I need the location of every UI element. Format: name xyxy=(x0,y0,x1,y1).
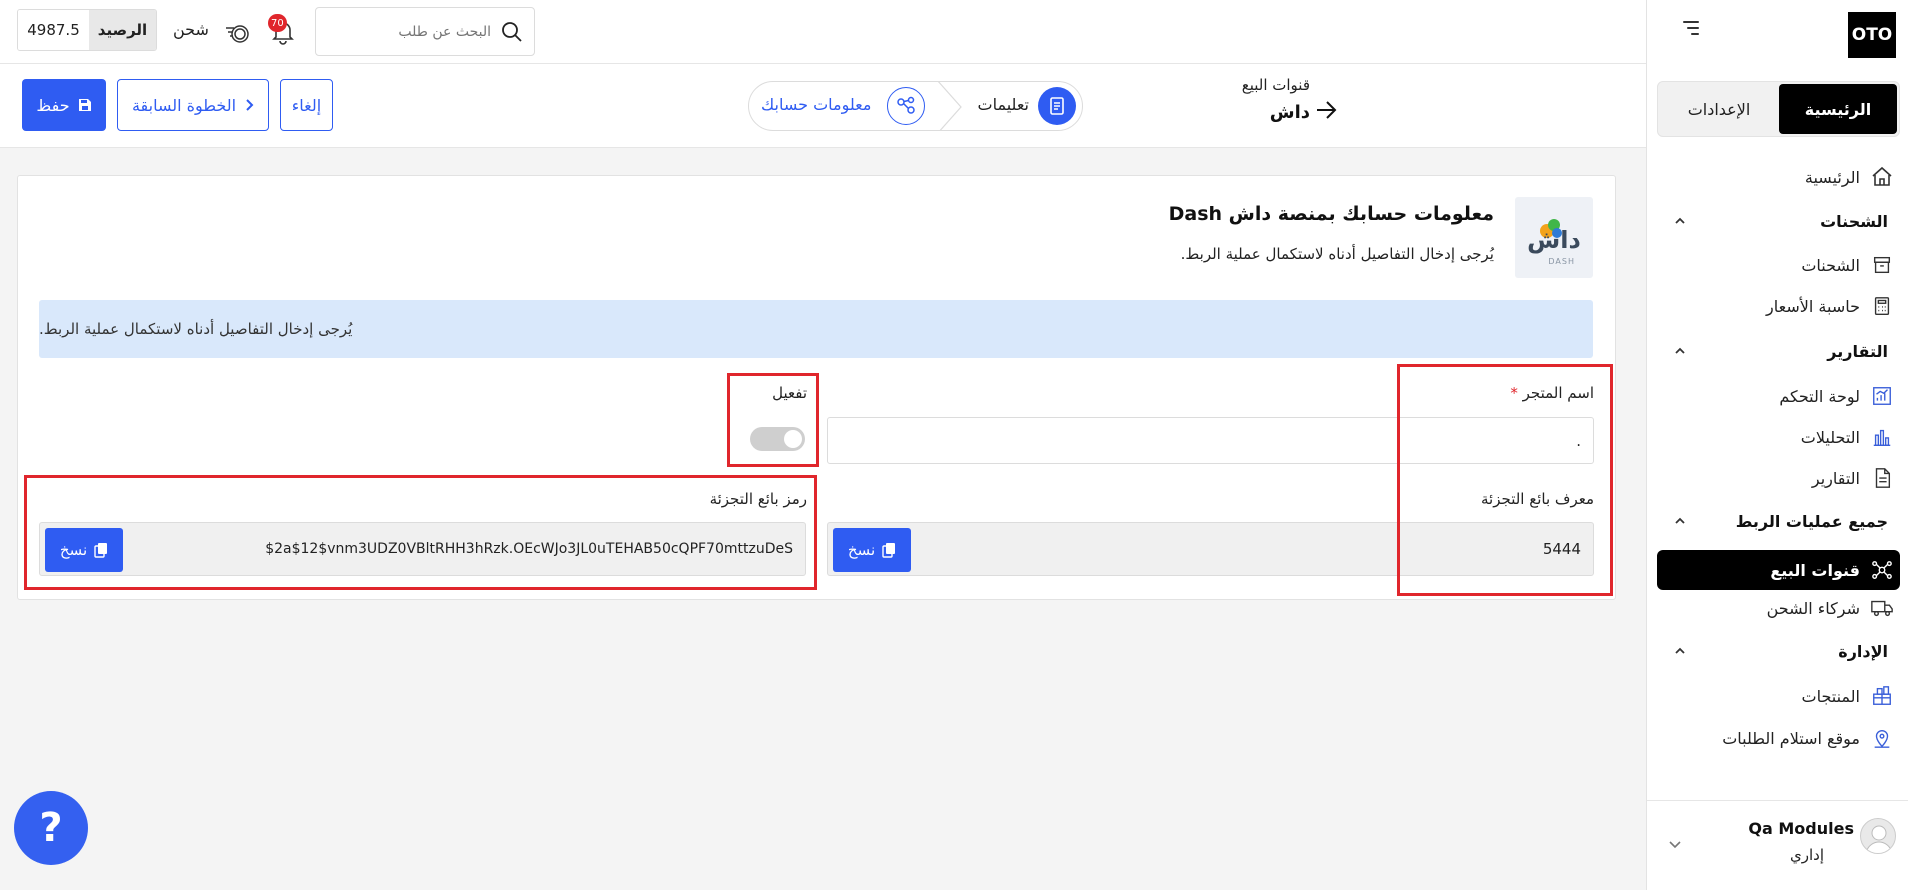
bar-chart-icon xyxy=(1870,425,1894,449)
search-input[interactable] xyxy=(326,18,491,46)
truck-icon xyxy=(1870,596,1894,620)
tab-main[interactable]: الرئيسية xyxy=(1779,84,1897,134)
cancel-label: إلغاء xyxy=(291,95,322,115)
products-icon xyxy=(1870,684,1894,708)
highlight-box-merchant-token xyxy=(24,475,817,590)
sidebar-item-pickup-location[interactable]: موقع استلام الطلبات xyxy=(1722,721,1894,755)
sidebar-item-label: الشحنات xyxy=(1801,255,1860,275)
sidebar-item-shipping-partners[interactable]: شركاء الشحن xyxy=(1767,591,1894,625)
user-role: إداري xyxy=(1790,846,1824,864)
step-separator xyxy=(937,82,962,130)
step-account-icon xyxy=(887,87,925,125)
save-label: حفظ xyxy=(36,95,70,115)
save-button[interactable]: حفظ xyxy=(22,79,106,131)
sidebar: OTO الرئيسية الإعدادات الرئيسية الشحنات … xyxy=(1646,0,1908,890)
help-label: ? xyxy=(39,805,63,851)
avatar[interactable] xyxy=(1860,818,1896,854)
sidebar-item-label: لوحة التحكم xyxy=(1779,386,1860,406)
menu-collapse-icon[interactable] xyxy=(1677,18,1699,38)
box-icon xyxy=(1870,253,1894,277)
sidebar-item-label: موقع استلام الطلبات xyxy=(1722,728,1860,748)
sidebar-item-shipments[interactable]: الشحنات xyxy=(1801,248,1894,282)
card-subtitle: يُرجى إدخال التفاصيل أدناه لاستكمال عملي… xyxy=(1180,245,1494,263)
cancel-button[interactable]: إلغاء xyxy=(280,79,333,131)
sidebar-section-reports[interactable]: التقارير xyxy=(1827,336,1888,366)
chevron-down-icon[interactable] xyxy=(1667,836,1683,852)
copy-icon xyxy=(882,543,896,558)
search-icon[interactable] xyxy=(500,20,524,44)
chevron-up-icon[interactable] xyxy=(1673,344,1687,358)
user-name: Qa Modules xyxy=(1748,819,1854,838)
sidebar-tabs: الرئيسية الإعدادات xyxy=(1657,81,1900,137)
oto-logo: OTO xyxy=(1848,12,1896,58)
dash-logo-sub: DASH xyxy=(1548,257,1575,266)
save-disk-icon xyxy=(78,99,91,111)
highlight-box-store-merchant-id xyxy=(1397,364,1613,596)
sidebar-item-home[interactable]: الرئيسية xyxy=(1805,160,1894,194)
chevron-up-icon[interactable] xyxy=(1673,214,1687,228)
notification-count-badge: 70 xyxy=(268,14,287,32)
sidebar-item-label: المنتجات xyxy=(1801,686,1861,706)
sidebar-item-dashboard[interactable]: لوحة التحكم xyxy=(1779,379,1894,413)
sidebar-section-management[interactable]: الإدارة xyxy=(1838,636,1888,666)
chevron-up-icon[interactable] xyxy=(1673,514,1687,528)
chevron-right-icon xyxy=(246,99,254,111)
search-box[interactable] xyxy=(315,7,535,56)
calculator-icon xyxy=(1870,294,1894,318)
wizard-steps: تعليمات معلومات حسابك xyxy=(748,81,1083,131)
location-pin-icon xyxy=(1870,726,1894,750)
step-account-info[interactable]: معلومات حسابك xyxy=(761,95,871,114)
breadcrumb-parent[interactable]: قنوات البيع xyxy=(1242,76,1310,94)
sidebar-section-shipments[interactable]: الشحنات xyxy=(1820,206,1888,236)
help-button[interactable]: ? xyxy=(14,791,88,865)
sidebar-item-products[interactable]: المنتجات xyxy=(1802,679,1895,713)
shipping-icon[interactable] xyxy=(224,20,254,48)
previous-step-button[interactable]: الخطوة السابقة xyxy=(117,79,269,131)
highlight-box-activation xyxy=(727,373,819,467)
tab-settings[interactable]: الإعدادات xyxy=(1660,84,1778,134)
dash-logo-text: داش xyxy=(1527,226,1581,254)
sidebar-item-label: حاسبة الأسعار xyxy=(1766,296,1860,316)
step-instructions-icon xyxy=(1038,87,1076,125)
sidebar-item-label: التحليلات xyxy=(1800,427,1860,447)
document-icon xyxy=(1870,466,1894,490)
copy-merchant-id-button[interactable]: نسخ xyxy=(833,528,911,572)
info-banner: يُرجى إدخال التفاصيل أدناه لاستكمال عملي… xyxy=(39,300,1593,358)
info-banner-text: يُرجى إدخال التفاصيل أدناه لاستكمال عملي… xyxy=(39,320,353,338)
step-instructions[interactable]: تعليمات xyxy=(978,95,1029,114)
sidebar-item-analytics[interactable]: التحليلات xyxy=(1801,420,1894,454)
sidebar-item-reports[interactable]: التقارير xyxy=(1812,461,1894,495)
page-title: داش xyxy=(1269,102,1310,123)
sidebar-item-label: قنوات البيع xyxy=(1770,560,1860,580)
balance-label: الرصيد xyxy=(89,10,156,50)
sidebar-item-price-calculator[interactable]: حاسبة الأسعار xyxy=(1766,289,1894,323)
notification-bell[interactable]: 70 xyxy=(268,14,302,48)
sidebar-item-label: التقارير xyxy=(1811,468,1860,488)
dashboard-chart-icon xyxy=(1870,384,1894,408)
sidebar-item-label: الرئيسية xyxy=(1804,167,1860,187)
network-icon xyxy=(1870,558,1894,582)
chevron-up-icon[interactable] xyxy=(1673,644,1687,658)
top-bar: 70 شحن 4987.5 الرصيد xyxy=(0,0,1646,64)
sidebar-item-label: شركاء الشحن xyxy=(1766,598,1860,618)
card-title: معلومات حسابك بمنصة داش Dash xyxy=(1168,203,1494,225)
divider xyxy=(1647,800,1908,801)
dash-logo: داش DASH xyxy=(1515,197,1593,278)
arrow-back-icon[interactable] xyxy=(1314,99,1338,121)
copy-label: نسخ xyxy=(847,541,876,559)
sidebar-item-sales-channels[interactable]: قنوات البيع xyxy=(1770,553,1894,587)
shipping-label[interactable]: شحن xyxy=(173,20,209,39)
previous-step-label: الخطوة السابقة xyxy=(131,95,237,115)
balance-widget: 4987.5 الرصيد xyxy=(17,9,157,51)
balance-value: 4987.5 xyxy=(18,10,89,50)
home-icon xyxy=(1870,165,1894,189)
sidebar-section-integrations[interactable]: جميع عمليات الربط xyxy=(1736,506,1888,536)
